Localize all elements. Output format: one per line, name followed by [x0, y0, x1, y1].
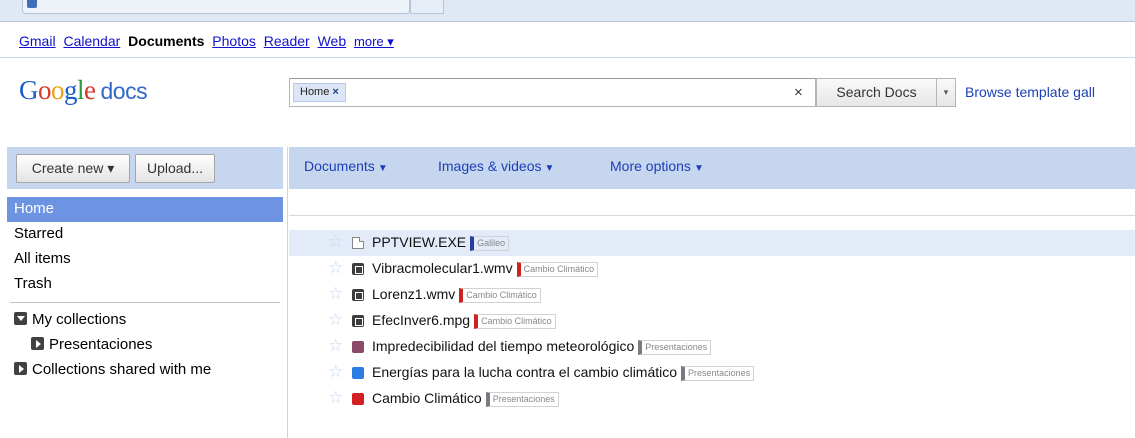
- list-header-divider: [289, 215, 1135, 216]
- browser-tab-strip: [0, 0, 1135, 22]
- create-new-button[interactable]: Create new ▾: [16, 154, 130, 183]
- panel-divider: [287, 147, 288, 438]
- sidebar-item-trash[interactable]: Trash: [7, 272, 283, 297]
- more-options-menu[interactable]: More options ▼: [610, 158, 704, 174]
- collection-tag[interactable]: Cambio Climático: [459, 288, 541, 303]
- main-toolbar: Documents ▼ Images & videos ▼ More options…: [289, 147, 1135, 189]
- sidebar-nav: Home Starred All items Trash My collecti…: [7, 197, 283, 382]
- file-row[interactable]: ☆ Lorenz1.wmv Cambio Climático: [289, 282, 1135, 308]
- presentation-icon: [352, 367, 364, 379]
- file-row[interactable]: ☆ EfecInver6.mpg Cambio Climático: [289, 308, 1135, 334]
- images-videos-filter-label: Images & videos: [438, 158, 542, 174]
- collection-tag[interactable]: Presentaciones: [485, 392, 559, 407]
- shared-collections-label: Collections shared with me: [32, 361, 212, 378]
- file-list: ☆ PPTVIEW.EXE Galileo ☆ Vibracmolecular1.wmv…: [289, 230, 1135, 412]
- expand-arrow-icon[interactable]: [14, 362, 27, 375]
- collection-tag[interactable]: Cambio Climático: [474, 314, 556, 329]
- star-icon[interactable]: ☆: [328, 285, 343, 303]
- collection-tag[interactable]: Galileo: [470, 236, 510, 251]
- gbar-more-link[interactable]: more ▾: [354, 34, 394, 49]
- file-name-text: Vibracmolecular1.wmv: [372, 260, 513, 276]
- file-name[interactable]: Vibracmolecular1.wmv Cambio Climático: [372, 260, 599, 277]
- gbar-link-photos[interactable]: Photos: [212, 33, 256, 49]
- favicon-icon: [27, 0, 37, 8]
- filter-chip-home[interactable]: Home ×: [293, 83, 346, 102]
- new-tab-button[interactable]: [410, 0, 444, 14]
- file-name-text: PPTVIEW.EXE: [372, 234, 467, 250]
- dropdown-arrow-icon: ▼: [377, 163, 388, 174]
- browser-tab[interactable]: [22, 0, 410, 14]
- sidebar-item-shared-collections[interactable]: Collections shared with me: [7, 357, 283, 382]
- collection-tag[interactable]: Presentaciones: [681, 366, 755, 381]
- gbar-link-calendar[interactable]: Calendar: [63, 33, 120, 49]
- collapse-arrow-icon[interactable]: [14, 312, 27, 325]
- file-name-text: Impredecibilidad del tiempo meteorológic…: [372, 338, 635, 354]
- collection-tag[interactable]: Presentaciones: [638, 340, 712, 355]
- filter-chip-label: Home: [300, 86, 330, 98]
- documents-filter-menu[interactable]: Documents ▼: [304, 158, 388, 174]
- video-icon: [352, 263, 364, 275]
- file-name-text: Energías para la lucha contra el cambio …: [372, 364, 678, 380]
- search-docs-button[interactable]: Search Docs: [816, 78, 937, 107]
- presentation-icon: [352, 341, 364, 353]
- clear-search-icon[interactable]: ×: [794, 84, 803, 101]
- file-name-text: Cambio Climático: [372, 390, 482, 406]
- file-name-text: Lorenz1.wmv: [372, 286, 456, 302]
- star-icon[interactable]: ☆: [328, 233, 343, 251]
- star-icon[interactable]: ☆: [328, 311, 343, 329]
- presentaciones-label: Presentaciones: [49, 336, 153, 353]
- chip-close-icon[interactable]: ×: [332, 86, 338, 98]
- expand-arrow-icon[interactable]: [31, 337, 44, 350]
- more-options-label: More options: [610, 158, 691, 174]
- images-videos-filter-menu[interactable]: Images & videos ▼: [438, 158, 554, 174]
- sidebar-item-all-items[interactable]: All items: [7, 247, 283, 272]
- star-icon[interactable]: ☆: [328, 363, 343, 381]
- file-name[interactable]: EfecInver6.mpg Cambio Climático: [372, 312, 556, 329]
- google-bar: Gmail Calendar Documents Photos Reader W…: [0, 22, 1135, 58]
- dropdown-arrow-icon: ▼: [544, 163, 555, 174]
- star-icon[interactable]: ☆: [328, 259, 343, 277]
- gbar-link-gmail[interactable]: Gmail: [19, 33, 56, 49]
- presentation-icon: [352, 393, 364, 405]
- file-row[interactable]: ☆ Impredecibilidad del tiempo meteorológi…: [289, 334, 1135, 360]
- sidebar-item-my-collections[interactable]: My collections: [7, 307, 283, 332]
- logo-product: docs: [100, 78, 148, 104]
- file-name[interactable]: Impredecibilidad del tiempo meteorológic…: [372, 338, 712, 355]
- file-row[interactable]: ☆ Vibracmolecular1.wmv Cambio Climático: [289, 256, 1135, 282]
- collection-tag[interactable]: Cambio Climático: [516, 262, 599, 277]
- browse-template-gallery-link[interactable]: Browse template gall: [965, 84, 1095, 100]
- file-row[interactable]: ☆ PPTVIEW.EXE Galileo: [289, 230, 1135, 256]
- gbar-link-web[interactable]: Web: [318, 33, 347, 49]
- dropdown-arrow-icon: ▼: [693, 163, 704, 174]
- sidebar-item-home[interactable]: Home: [7, 197, 283, 222]
- file-row[interactable]: ☆ Cambio Climático Presentaciones: [289, 386, 1135, 412]
- google-docs-logo[interactable]: Google docs: [19, 75, 148, 106]
- file-row[interactable]: ☆ Energías para la lucha contra el cambio…: [289, 360, 1135, 386]
- file-name[interactable]: Energías para la lucha contra el cambio …: [372, 364, 755, 381]
- gbar-link-reader[interactable]: Reader: [264, 33, 310, 49]
- file-name[interactable]: PPTVIEW.EXE Galileo: [372, 234, 510, 251]
- google-bar-links: Gmail Calendar Documents Photos Reader W…: [19, 33, 394, 50]
- search-input[interactable]: Home ×: [289, 78, 816, 107]
- my-collections-label: My collections: [32, 311, 127, 328]
- sidebar-item-starred[interactable]: Starred: [7, 222, 283, 247]
- documents-filter-label: Documents: [304, 158, 375, 174]
- file-name[interactable]: Lorenz1.wmv Cambio Climático: [372, 286, 541, 303]
- left-action-bar: Create new ▾ Upload...: [7, 147, 283, 189]
- file-name-text: EfecInver6.mpg: [372, 312, 471, 328]
- sidebar-divider: [10, 302, 280, 303]
- gbar-current-documents: Documents: [128, 33, 205, 49]
- star-icon[interactable]: ☆: [328, 337, 343, 355]
- upload-button[interactable]: Upload...: [135, 154, 215, 183]
- file-name[interactable]: Cambio Climático Presentaciones: [372, 390, 559, 407]
- video-icon: [352, 289, 364, 301]
- star-icon[interactable]: ☆: [328, 389, 343, 407]
- video-icon: [352, 315, 364, 327]
- doc-icon: [352, 237, 364, 249]
- sidebar-item-presentaciones[interactable]: Presentaciones: [7, 332, 283, 357]
- search-options-dropdown[interactable]: ▾: [937, 78, 956, 107]
